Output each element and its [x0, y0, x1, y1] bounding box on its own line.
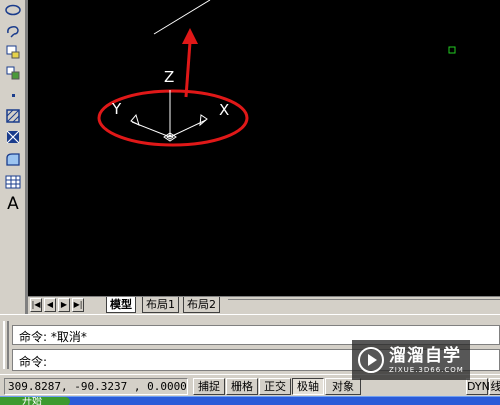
watermark: 溜溜自学 ZIXUE.3D66.COM — [352, 340, 470, 380]
watermark-subtitle: ZIXUE.3D66.COM — [389, 365, 464, 374]
tab-layout1[interactable]: 布局1 — [142, 297, 179, 313]
ucs-icon — [130, 90, 208, 142]
grip-marker[interactable] — [448, 46, 456, 54]
snap-toggle[interactable]: 捕捉 — [193, 378, 225, 395]
grid-toggle[interactable]: 栅格 — [226, 378, 258, 395]
table-icon[interactable] — [2, 172, 24, 192]
red-arrow-annotation — [182, 28, 198, 98]
make-block-icon[interactable] — [2, 63, 24, 83]
point-icon[interactable] — [2, 85, 24, 105]
region-icon[interactable] — [2, 150, 24, 170]
next-tab-button[interactable]: ▶ — [58, 298, 70, 312]
first-tab-button[interactable]: |◀ — [30, 298, 42, 312]
text-tool-label: A — [7, 194, 19, 214]
tab-model[interactable]: 模型 — [106, 297, 136, 313]
lineweight-toggle[interactable]: 线 — [489, 378, 500, 395]
windows-taskbar: 开始 — [0, 396, 500, 405]
hatch-icon[interactable] — [2, 106, 24, 126]
coordinate-readout[interactable]: 309.8287, -90.3237 , 0.0000 — [4, 378, 188, 395]
ucs-y-label: Y — [111, 100, 122, 118]
multiline-text-icon[interactable]: A — [2, 194, 24, 214]
start-button[interactable]: 开始 — [0, 397, 70, 405]
command-prompt: 命令: — [19, 355, 48, 369]
ortho-toggle[interactable]: 正交 — [259, 378, 291, 395]
polar-toggle[interactable]: 极轴 — [292, 378, 324, 395]
object-snap-toggle[interactable]: 对象 — [325, 378, 361, 395]
ucs-x-label: X — [219, 101, 229, 119]
ucs-z-label: Z — [164, 68, 174, 86]
command-window-grip[interactable] — [3, 321, 9, 369]
layout-tab-bar: |◀ ◀ ▶ ▶| 模型 布局1 布局2 — [28, 296, 500, 314]
gradient-icon[interactable] — [2, 127, 24, 147]
model-space-drawing: Z Y X — [97, 0, 456, 147]
watermark-title: 溜溜自学 — [389, 345, 461, 366]
draw-toolbar: A — [0, 0, 26, 314]
dyn-toggle[interactable]: DYN — [466, 378, 490, 395]
horizontal-scrollbar[interactable] — [228, 299, 500, 311]
play-logo-icon — [358, 347, 384, 373]
prev-tab-button[interactable]: ◀ — [44, 298, 56, 312]
drawn-line[interactable] — [153, 0, 211, 35]
revision-cloud-icon[interactable] — [2, 21, 24, 41]
tab-layout2[interactable]: 布局2 — [183, 297, 220, 313]
insert-block-icon[interactable] — [2, 42, 24, 62]
last-tab-button[interactable]: ▶| — [72, 298, 84, 312]
drawing-canvas[interactable]: Z Y X — [28, 0, 500, 296]
ellipse-icon[interactable] — [2, 0, 24, 20]
